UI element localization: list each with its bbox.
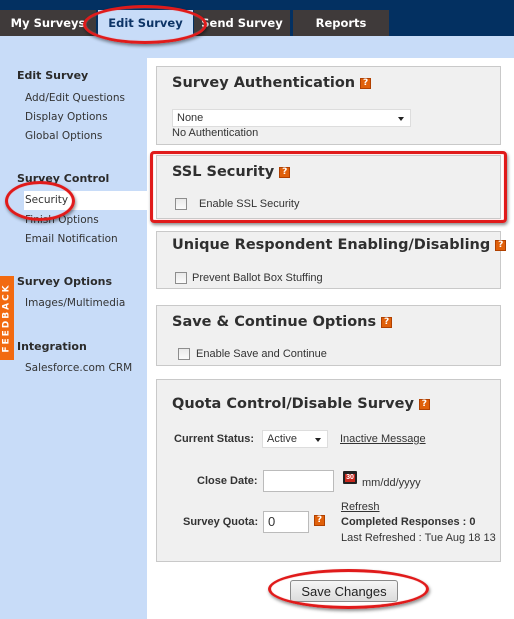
tab-reports[interactable]: Reports [293, 10, 389, 36]
authentication-select-value: None [177, 112, 204, 124]
sidebar-item-display-options[interactable]: Display Options [25, 111, 108, 123]
enable-ssl-label: Enable SSL Security [199, 198, 300, 210]
prevent-ballot-stuffing-label: Prevent Ballot Box Stuffing [192, 272, 323, 284]
help-icon[interactable]: ? [279, 166, 291, 178]
sidebar-heading-survey-options: Survey Options [17, 275, 112, 288]
sidebar-item-email-notification[interactable]: Email Notification [25, 233, 118, 245]
current-status-select[interactable]: Active [262, 430, 328, 448]
panel-title: Survey Authentication ? [172, 75, 372, 91]
last-refreshed: Last Refreshed : Tue Aug 18 13 [341, 532, 496, 544]
panel-title-text: Quota Control/Disable Survey [172, 396, 414, 412]
date-format-hint: mm/dd/yyyy [362, 477, 421, 489]
help-icon[interactable]: ? [418, 398, 430, 410]
chevron-down-icon [315, 438, 321, 442]
survey-quota-label: Survey Quota: [183, 516, 259, 528]
enable-save-continue-checkbox[interactable] [178, 348, 190, 360]
enable-ssl-checkbox[interactable] [175, 198, 187, 210]
sidebar-item-security[interactable]: Security [24, 191, 147, 210]
panel-title-text: SSL Security [172, 164, 275, 180]
save-changes-button[interactable]: Save Changes [290, 580, 398, 602]
panel-ssl-security: SSL Security ? Enable SSL Security [156, 155, 501, 219]
inactive-message-link[interactable]: Inactive Message [340, 433, 426, 445]
feedback-label: FEEDBACK [2, 283, 13, 353]
panel-title-text: Save & Continue Options [172, 314, 377, 330]
panel-title: Quota Control/Disable Survey ? [172, 396, 430, 412]
sub-nav-bar [0, 36, 514, 58]
completed-responses: Completed Responses : 0 [341, 516, 476, 528]
refresh-link[interactable]: Refresh [341, 501, 380, 513]
save-continue-option: Enable Save and Continue [178, 348, 327, 360]
sidebar-item-global-options[interactable]: Global Options [25, 130, 102, 142]
panel-title: Save & Continue Options ? [172, 314, 393, 330]
tab-send-survey[interactable]: Send Survey [194, 10, 290, 36]
panel-save-continue: Save & Continue Options ? Enable Save an… [156, 305, 501, 366]
help-icon[interactable]: ? [360, 77, 372, 89]
chevron-down-icon [398, 117, 404, 121]
sidebar-heading-survey-control: Survey Control [17, 172, 110, 185]
sidebar-item-images-multimedia[interactable]: Images/Multimedia [25, 297, 125, 309]
prevent-ballot-stuffing-checkbox[interactable] [175, 272, 187, 284]
sidebar-heading-integration: Integration [17, 340, 87, 353]
ballot-option: Prevent Ballot Box Stuffing [175, 272, 323, 284]
help-icon[interactable]: ? [381, 316, 393, 328]
calendar-icon[interactable]: 30 [343, 471, 357, 484]
sidebar-heading-edit-survey: Edit Survey [17, 69, 89, 82]
panel-quota-control: Quota Control/Disable Survey ? Current S… [156, 379, 501, 562]
tab-edit-survey[interactable]: Edit Survey [98, 10, 193, 36]
sidebar-item-finish-options[interactable]: Finish Options [25, 214, 99, 226]
ssl-option: Enable SSL Security [175, 198, 299, 210]
panel-title-text: Survey Authentication [172, 75, 356, 91]
panel-survey-authentication: Survey Authentication ? None No Authenti… [156, 66, 501, 145]
sidebar-item-add-edit-questions[interactable]: Add/Edit Questions [25, 92, 125, 104]
survey-quota-input[interactable]: 0 [263, 511, 309, 533]
panel-unique-respondent: Unique Respondent Enabling/Disabling ? P… [156, 231, 507, 289]
tab-my-surveys[interactable]: My Surveys [0, 10, 96, 36]
panel-title-text: Unique Respondent Enabling/Disabling [172, 237, 491, 253]
close-date-input[interactable] [263, 470, 334, 492]
authentication-description: No Authentication [172, 127, 259, 139]
enable-save-continue-label: Enable Save and Continue [196, 348, 327, 360]
top-nav-bar: My Surveys Edit Survey Send Survey Repor… [0, 0, 514, 36]
feedback-tab[interactable]: FEEDBACK [0, 276, 14, 360]
panel-title: Unique Respondent Enabling/Disabling ? [172, 237, 507, 253]
close-date-label: Close Date: [197, 475, 258, 487]
panel-title: SSL Security ? [172, 164, 291, 180]
help-icon[interactable]: ? [314, 515, 325, 526]
authentication-select[interactable]: None [172, 109, 411, 127]
calendar-icon-day: 30 [346, 474, 354, 481]
current-status-value: Active [267, 433, 297, 445]
sidebar: Edit Survey Add/Edit Questions Display O… [0, 58, 147, 619]
sidebar-item-salesforce-crm[interactable]: Salesforce.com CRM [25, 362, 132, 374]
help-icon[interactable]: ? [495, 239, 507, 251]
current-status-label: Current Status: [174, 433, 255, 445]
